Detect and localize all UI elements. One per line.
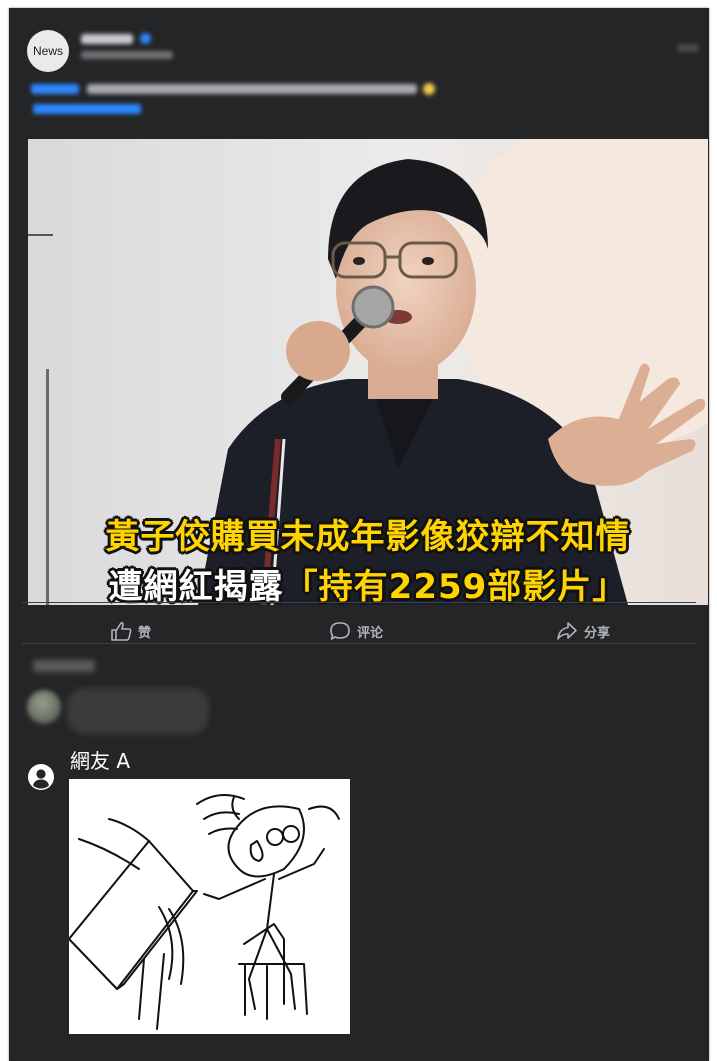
comment-attachment-image[interactable] [68,779,350,1034]
comment-sort-redacted[interactable] [33,660,95,672]
comment-icon [330,622,350,640]
actions-divider-top [22,602,696,603]
post-text-redacted-2 [87,84,417,94]
comment-author-name[interactable]: 網友 A [70,745,130,774]
page-name-redacted[interactable] [81,34,133,44]
actions-divider-bottom [22,643,696,644]
post-timestamp-redacted[interactable] [81,51,173,59]
verified-badge-icon [140,33,151,44]
image-caption-line-2: 遭網紅揭露「持有2259部影片」 [28,559,708,605]
comment-label: 评论 [357,625,384,641]
image-caption-line-2-white: 遭網紅揭露 [108,567,284,605]
post-image[interactable]: 黃子佼購買未成年影像狡辯不知情 遭網紅揭露「持有2259部影片」 [28,139,708,605]
thumbs-up-icon [111,621,132,641]
comment-button[interactable]: 评论 [329,618,383,644]
post-emoji [423,83,435,95]
table-flip-meme [68,794,340,1030]
like-label: 赞 [138,625,152,641]
post-text-redacted [31,84,79,94]
more-options-icon[interactable] [677,44,699,52]
comment-bubble-redacted [67,688,209,734]
commenter-avatar-redacted[interactable] [27,690,61,724]
post-card: News 黃子佼購買未成年影像狡辯不知情 遭網紅揭露「持有2259部影片」 赞 … [9,8,709,1061]
user-silhouette-icon[interactable] [28,764,54,790]
share-label: 分享 [584,625,611,641]
like-button[interactable]: 赞 [110,618,151,644]
post-link-redacted[interactable] [33,104,141,114]
share-icon [557,622,577,640]
share-button[interactable]: 分享 [556,618,610,644]
page-avatar[interactable]: News [27,30,69,72]
image-caption-line-1: 黃子佼購買未成年影像狡辯不知情 [105,517,631,557]
image-caption-line-2-yellow: 「持有2259部影片」 [283,567,628,605]
